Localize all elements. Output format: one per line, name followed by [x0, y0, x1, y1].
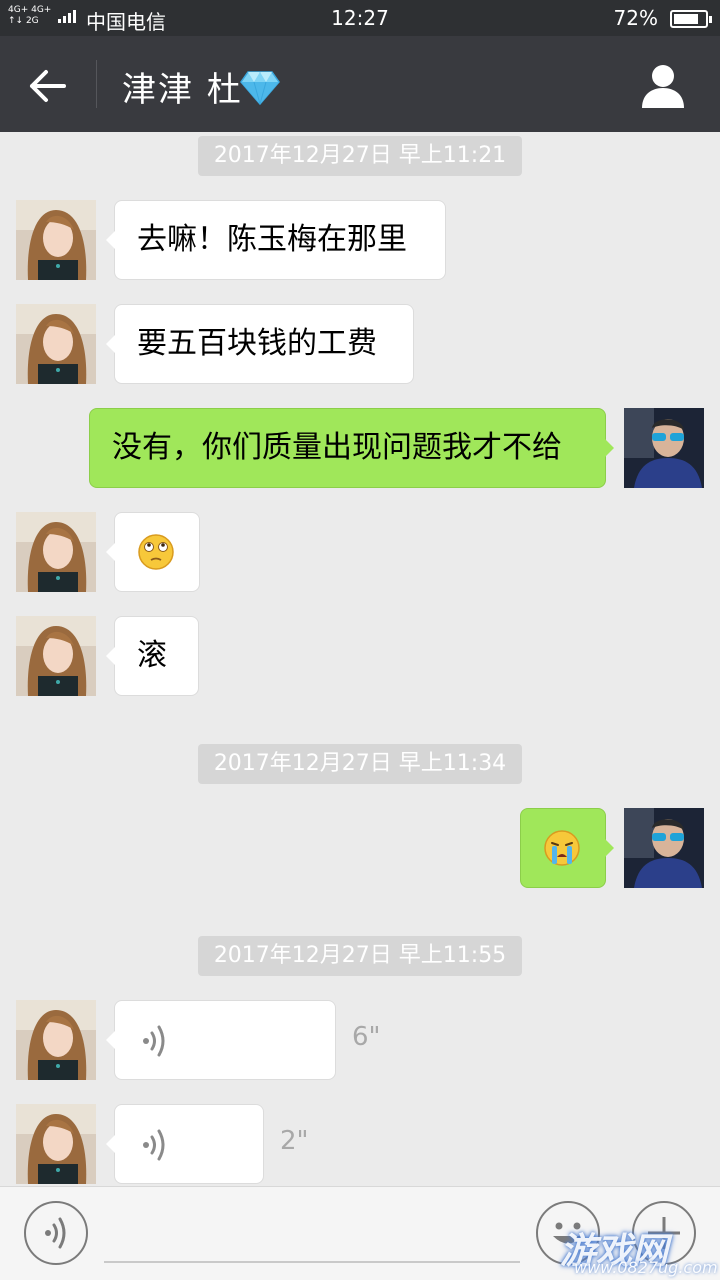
- message-text: 要五百块钱的工费: [137, 326, 377, 361]
- received-message-bubble[interactable]: [106, 512, 200, 592]
- battery-percent: 72%: [613, 6, 658, 30]
- sent-message-bubble[interactable]: 没有，你们质量出现问题我才不给: [89, 408, 614, 488]
- contact-avatar[interactable]: [16, 304, 96, 384]
- battery-icon: [670, 10, 712, 28]
- status-bar: 4G+ 4G+ ↑↓ 2G 中国电信 12:27 72%: [0, 0, 720, 36]
- header-divider: [96, 60, 97, 108]
- chat-title: 津津 杜: [122, 70, 243, 110]
- message-text: 滚: [137, 638, 167, 673]
- message-timestamp: 2017年12月27日 早上11:21: [198, 136, 522, 176]
- back-arrow-icon[interactable]: [26, 64, 70, 108]
- diamond-icon: [240, 71, 280, 106]
- voice-wave-icon: [143, 1025, 165, 1057]
- voice-message-bubble[interactable]: [106, 1104, 264, 1184]
- person-icon[interactable]: [640, 62, 686, 108]
- contact-avatar[interactable]: [16, 200, 96, 280]
- contact-avatar[interactable]: [16, 616, 96, 696]
- voice-mode-icon: [45, 1217, 66, 1249]
- status-time: 12:27: [331, 6, 389, 30]
- contact-avatar[interactable]: [16, 1000, 96, 1080]
- watermark-url: www.0827ug.com: [574, 1258, 718, 1277]
- voice-duration: 6": [352, 1022, 381, 1052]
- message-text-input[interactable]: [104, 1207, 520, 1263]
- chat-header: 津津 杜: [0, 36, 720, 132]
- my-avatar[interactable]: [624, 808, 704, 888]
- received-message-bubble[interactable]: 滚: [106, 616, 199, 696]
- received-message-bubble[interactable]: 要五百块钱的工费: [106, 304, 414, 384]
- my-avatar[interactable]: [624, 408, 704, 488]
- message-timestamp: 2017年12月27日 早上11:55: [198, 936, 522, 976]
- eye-roll-emoji-icon: [138, 534, 174, 570]
- message-text: 没有，你们质量出现问题我才不给: [112, 430, 562, 465]
- voice-message-bubble[interactable]: [106, 1000, 336, 1080]
- voice-duration: 2": [280, 1126, 309, 1156]
- message-text: 去嘛！陈玉梅在那里: [137, 222, 407, 257]
- crying-emoji-icon: [544, 830, 580, 866]
- voice-mode-button[interactable]: [24, 1201, 88, 1265]
- sent-message-bubble[interactable]: [520, 808, 614, 888]
- message-timestamp: 2017年12月27日 早上11:34: [198, 744, 522, 784]
- contact-avatar[interactable]: [16, 1104, 96, 1184]
- contact-avatar[interactable]: [16, 512, 96, 592]
- chat-message-list[interactable]: 2017年12月27日 早上11:21 去嘛！陈玉梅在那里 要五百块钱的工费 没…: [0, 132, 720, 1186]
- received-message-bubble[interactable]: 去嘛！陈玉梅在那里: [106, 200, 446, 280]
- voice-wave-icon: [143, 1129, 165, 1161]
